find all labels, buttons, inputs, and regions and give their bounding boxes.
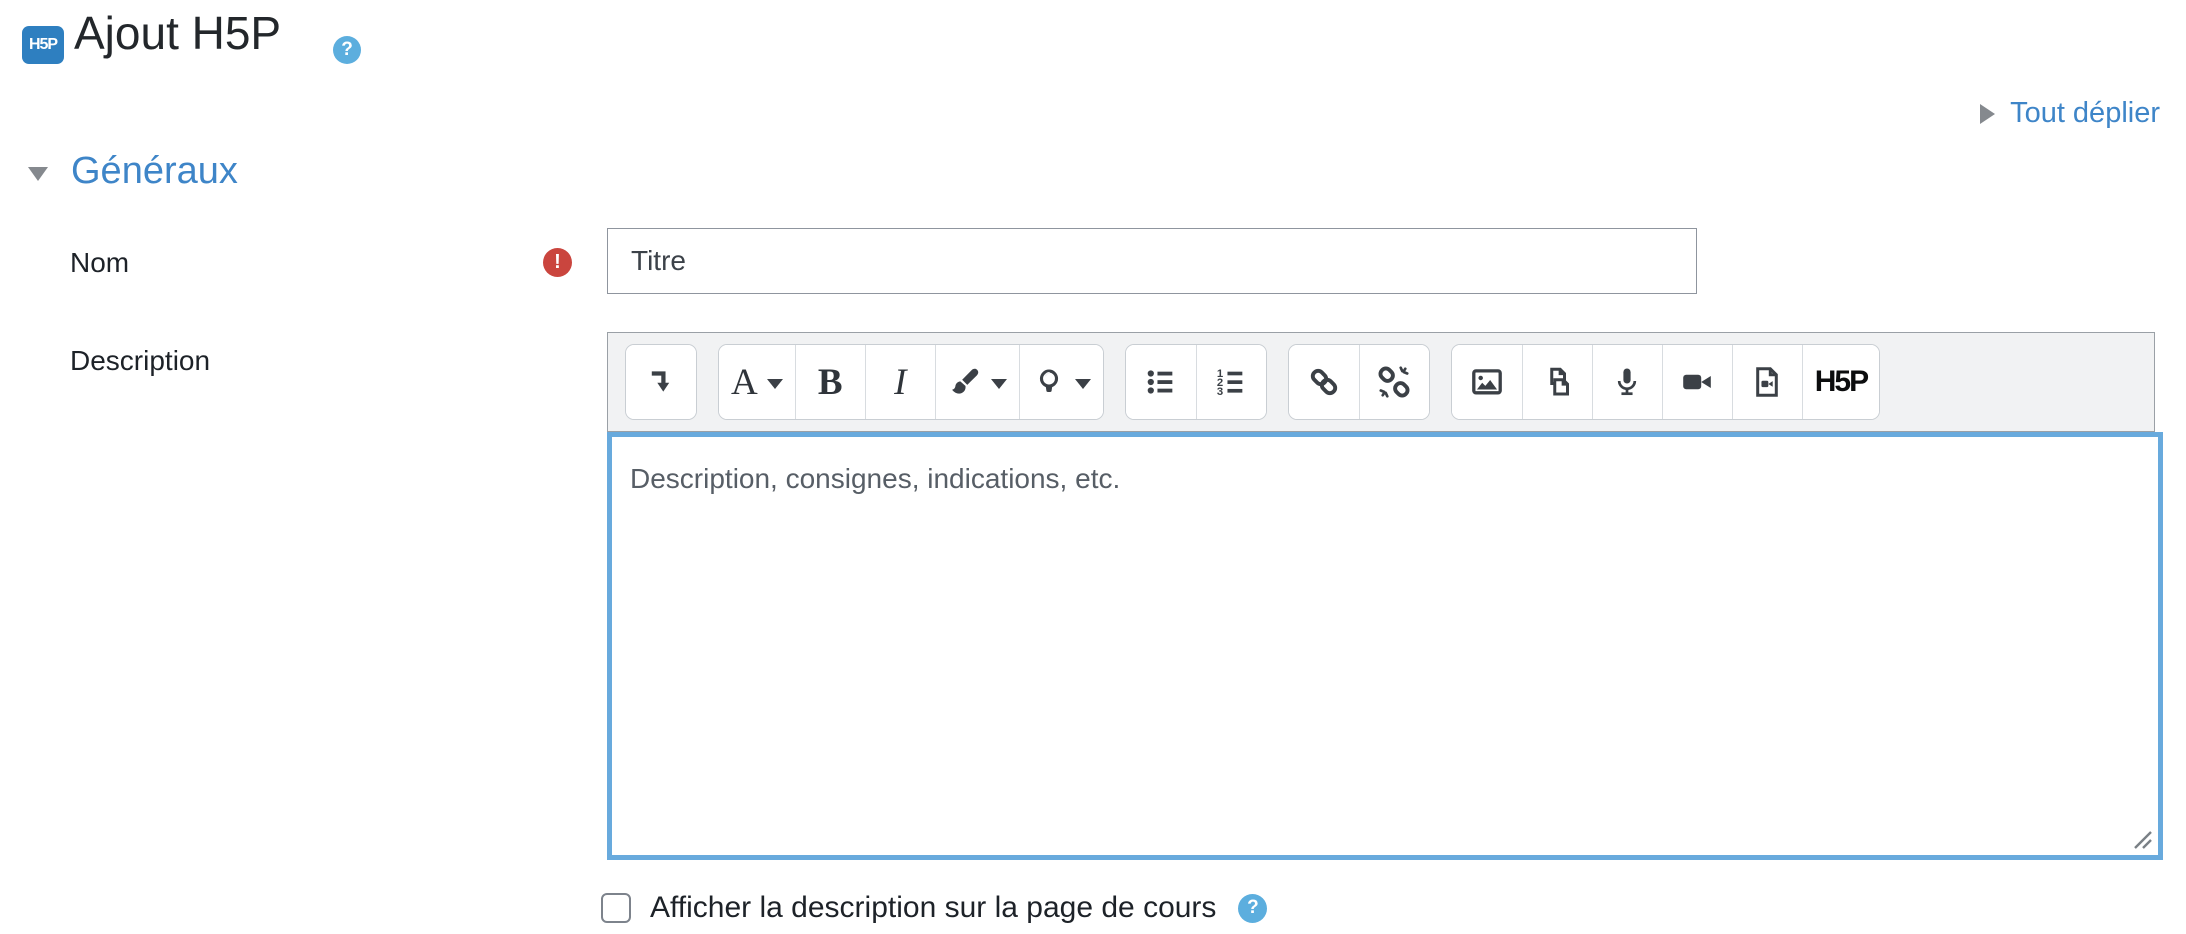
manage-files-button[interactable]: [1522, 345, 1592, 419]
toolbar-group-collapse: [625, 344, 697, 420]
editor-toolbar: A B I: [607, 332, 2155, 432]
help-icon[interactable]: ?: [1238, 894, 1267, 923]
insert-image-button[interactable]: [1452, 345, 1522, 419]
help-icon[interactable]: ?: [333, 36, 361, 64]
record-video-button[interactable]: [1662, 345, 1732, 419]
highlight-color-button[interactable]: [1019, 345, 1103, 419]
chevron-right-icon: [1980, 104, 1995, 124]
unordered-list-button[interactable]: [1126, 345, 1196, 419]
required-icon: !: [543, 248, 572, 277]
numbered-list-icon: 1 2 3: [1214, 365, 1248, 399]
insert-media-button[interactable]: [1732, 345, 1802, 419]
level-down-arrow-icon: [644, 365, 678, 399]
link-icon: [1306, 364, 1342, 400]
resize-handle-icon[interactable]: [2129, 826, 2155, 852]
h5p-module-icon: H5P: [22, 26, 64, 64]
bullet-list-icon: [1144, 365, 1178, 399]
toolbar-group-links: [1288, 344, 1430, 420]
description-textarea[interactable]: Description, consignes, indications, etc…: [607, 432, 2163, 860]
text-color-button[interactable]: [935, 345, 1019, 419]
unlink-button[interactable]: [1359, 345, 1429, 419]
show-description-checkbox[interactable]: [601, 893, 631, 923]
image-icon: [1469, 364, 1505, 400]
h5p-add-form: H5P Ajout H5P ? Tout déplier Généraux No…: [0, 0, 2186, 934]
description-text: Description, consignes, indications, etc…: [612, 437, 2158, 521]
expand-all-label[interactable]: Tout déplier: [2010, 97, 2160, 130]
documents-icon: [1539, 364, 1575, 400]
section-general-toggle[interactable]: Généraux: [28, 150, 238, 193]
italic-icon: I: [894, 364, 906, 401]
chevron-down-icon: [28, 167, 48, 181]
italic-button[interactable]: I: [865, 345, 935, 419]
microphone-icon: [1609, 364, 1645, 400]
toolbar-group-text: A B I: [718, 344, 1104, 420]
font-styles-button[interactable]: A: [719, 345, 795, 419]
description-label: Description: [70, 345, 210, 377]
caret-down-icon: [991, 379, 1007, 389]
expand-all-link[interactable]: Tout déplier: [1980, 97, 2160, 130]
name-input[interactable]: [607, 228, 1697, 294]
toolbar-group-lists: 1 2 3: [1125, 344, 1267, 420]
caret-down-icon: [767, 379, 783, 389]
h5p-icon: H5P: [1815, 365, 1867, 399]
font-styles-icon: A: [731, 364, 758, 401]
bold-icon: B: [818, 364, 843, 401]
section-title[interactable]: Généraux: [71, 150, 238, 193]
svg-text:3: 3: [1217, 386, 1223, 398]
record-audio-button[interactable]: [1592, 345, 1662, 419]
caret-down-icon: [1075, 379, 1091, 389]
description-editor: A B I: [607, 332, 2163, 860]
show-description-row: Afficher la description sur la page de c…: [601, 891, 1267, 925]
page-title: Ajout H5P: [74, 6, 281, 60]
unlink-icon: [1376, 364, 1412, 400]
show-description-label: Afficher la description sur la page de c…: [650, 891, 1216, 925]
ordered-list-button[interactable]: 1 2 3: [1196, 345, 1266, 419]
video-camera-icon: [1679, 364, 1715, 400]
bold-button[interactable]: B: [795, 345, 865, 419]
paintbrush-icon: [948, 365, 982, 399]
link-button[interactable]: [1289, 345, 1359, 419]
collapse-toolbar-button[interactable]: [626, 345, 696, 419]
lightbulb-icon: [1032, 365, 1066, 399]
name-label: Nom: [70, 247, 129, 279]
toolbar-group-media: H5P: [1451, 344, 1880, 420]
insert-h5p-button[interactable]: H5P: [1802, 345, 1879, 419]
media-file-icon: [1749, 364, 1785, 400]
